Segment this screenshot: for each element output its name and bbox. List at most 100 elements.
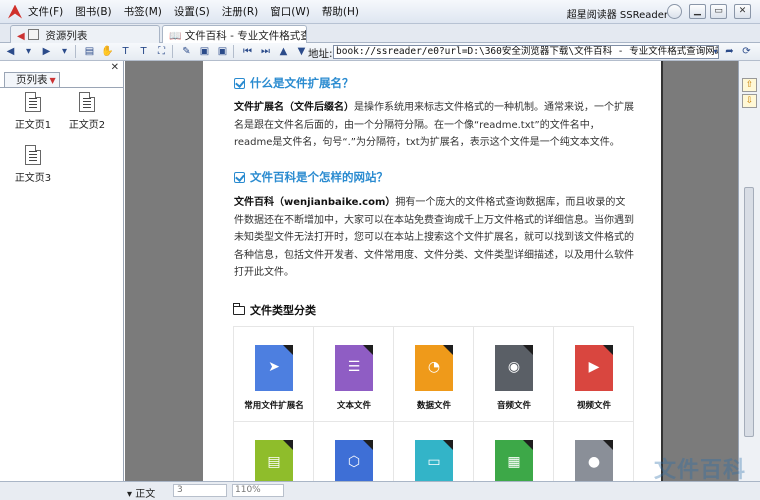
document-page: 什么是文件扩展名？ 文件扩展名（文件后缀名）是操作系统用来标志文件格式的一种机制… [203,61,663,500]
maximize-button[interactable]: ▭ [710,4,727,19]
go-arrow-icon[interactable]: ➦ [722,45,737,59]
folder-open-icon [232,302,245,315]
menu-help[interactable]: 帮助(H) [322,4,359,19]
file-type-icon: ▦ [495,440,533,486]
reading-area[interactable]: 什么是文件扩展名？ 文件扩展名（文件后缀名）是操作系统用来标志文件格式的一种机制… [125,61,738,500]
file-glyph-icon: ◔ [427,359,441,375]
panel-close-icon[interactable]: ✕ [111,62,119,73]
ocr-icon[interactable]: ⛶ [154,45,169,59]
highlighter-icon[interactable]: ✎ [179,45,194,59]
last-page-icon[interactable]: ⏭ [258,45,273,59]
file-type-icon: ▭ [415,440,453,486]
category-label: 音频文件 [496,401,531,411]
minimize-button[interactable]: ▁ [689,4,706,19]
check-square-icon [234,171,245,183]
tab-bar: ◀ 资源列表 📖 文件百科 - 专业文件格式查 ✕ [0,24,760,43]
file-type-icon: ☰ [335,345,373,391]
paragraph-extension: 文件扩展名（文件后缀名）是操作系统用来标志文件格式的一种机制。通常来说，一个扩展… [234,99,634,152]
file-type-icon: ◉ [495,345,533,391]
term-bold: 文件百科（wenjianbaike.com） [234,197,396,208]
menu-settings[interactable]: 设置(S) [174,4,210,19]
dropdown-arrow-icon: ▼ [49,76,56,85]
status-bar: ▾ 正文 3 110% [0,481,760,500]
app-logo-icon [8,4,22,19]
folded-corner [603,345,613,355]
status-page-label: 正文 [135,489,156,500]
page-thumb-label: 正文页3 [14,173,52,184]
menu-bookmark[interactable]: 书签(M) [124,4,162,19]
page-list-tab-label: 页列表 [16,74,48,86]
category-heading-text: 文件类型分类 [250,304,316,317]
category-cell[interactable]: ◉ 音频文件 [474,327,554,422]
category-row: ➤ 常用文件扩展名 ☰ 文本文件 ◔ 数据文件 ◉ 音频文件 ▶ 视频文件 [234,327,634,422]
file-glyph-icon: ▭ [427,454,441,470]
category-grid: ➤ 常用文件扩展名 ☰ 文本文件 ◔ 数据文件 ◉ 音频文件 ▶ 视频文件 ▤ ⬡ ▭ ▦ ● [233,326,634,500]
zoom-select[interactable]: 110% [232,484,284,497]
folded-corner [283,440,293,450]
section-heading-site: 文件百科是个怎样的网站？ [234,169,388,185]
copy-icon[interactable]: ▣ [215,45,230,59]
file-type-icon: ▤ [255,440,293,486]
tab-resources[interactable]: ◀ 资源列表 [10,25,160,43]
file-glyph-icon: ▶ [588,359,600,375]
right-scroll-column: ⇧ ⇩ [738,61,760,481]
category-label: 视频文件 [576,401,611,411]
book-icon: 📖 [169,31,182,42]
status-page-mode[interactable]: ▾ 正文 [127,485,155,500]
toolbar-divider [233,45,234,58]
section-heading-extension: 什么是文件扩展名？ [234,75,354,91]
menu-register[interactable]: 注册(R) [222,4,259,19]
first-page-icon[interactable]: ⏮ [240,45,255,59]
paragraph-site: 文件百科（wenjianbaike.com）拥有一个庞大的文件格式查询数据库，而… [234,194,634,282]
app-title: 超星阅读器 SSReader [566,10,668,21]
category-cell[interactable]: ➤ 常用文件扩展名 [234,327,314,422]
address-input[interactable]: book://ssreader/e0?url=D:\360安全浏览器下载\文件百… [333,45,719,59]
page-down-icon[interactable]: ▼ [294,45,309,59]
page-thumb-1[interactable]: 正文页1 [9,92,57,131]
text-select-icon[interactable]: T [118,45,133,59]
document-icon [25,92,41,112]
page-list-panel: ✕ 页列表 ▼ 正文页1 正文页2 正文页3 [0,61,124,481]
back-dropdown-icon[interactable]: ▾ [21,45,36,59]
help-circle-icon[interactable] [667,4,682,19]
scrollbar-thumb[interactable] [744,187,754,437]
address-label: 地址: [308,48,333,60]
menu-book[interactable]: 图书(B) [75,4,111,19]
scroll-down-arrow-icon[interactable]: ⇩ [742,94,757,108]
menu-file[interactable]: 文件(F) [28,4,63,19]
category-label: 数据文件 [416,401,451,411]
document-icon [79,92,95,112]
menu-window[interactable]: 窗口(W) [270,4,310,19]
forward-arrow-icon[interactable]: ▶ [39,45,54,59]
tab-document-label: 文件百科 - 专业文件格式查 [184,30,307,42]
page-list-tab[interactable]: 页列表 ▼ [4,72,60,87]
forward-dropdown-icon[interactable]: ▾ [57,45,72,59]
page-thumb-2[interactable]: 正文页2 [63,92,111,131]
category-cell[interactable]: ▶ 视频文件 [554,327,634,422]
folded-corner [603,440,613,450]
file-glyph-icon: ☰ [347,359,361,375]
hand-tool-icon[interactable]: ✋ [100,45,115,59]
folded-corner [363,345,373,355]
panel-divider [0,87,124,88]
document-icon [25,145,41,165]
tab-document[interactable]: 📖 文件百科 - 专业文件格式查 ✕ [162,25,307,43]
file-glyph-icon: ▦ [507,454,521,470]
refresh-icon[interactable]: ⟳ [739,45,754,59]
bookmark-tool-icon[interactable]: ▣ [197,45,212,59]
page-thumb-3[interactable]: 正文页3 [9,145,57,184]
sidebar-toggle-icon[interactable]: ▤ [82,45,97,59]
back-circle-icon: ◀ [17,31,25,42]
scroll-up-arrow-icon[interactable]: ⇧ [742,78,757,92]
file-type-icon: ● [575,440,613,486]
category-cell[interactable]: ◔ 数据文件 [394,327,474,422]
text-tool-icon[interactable]: T [136,45,151,59]
page-number-input[interactable]: 3 [173,484,227,497]
page-up-icon[interactable]: ▲ [276,45,291,59]
term-bold: 文件扩展名（文件后缀名） [234,102,354,113]
category-cell[interactable]: ☰ 文本文件 [314,327,394,422]
file-glyph-icon: ⬡ [347,454,361,470]
close-button[interactable]: ✕ [734,4,751,19]
address-dropdown-icon[interactable]: ▾ [708,45,723,59]
back-arrow-icon[interactable]: ◀ [3,45,18,59]
